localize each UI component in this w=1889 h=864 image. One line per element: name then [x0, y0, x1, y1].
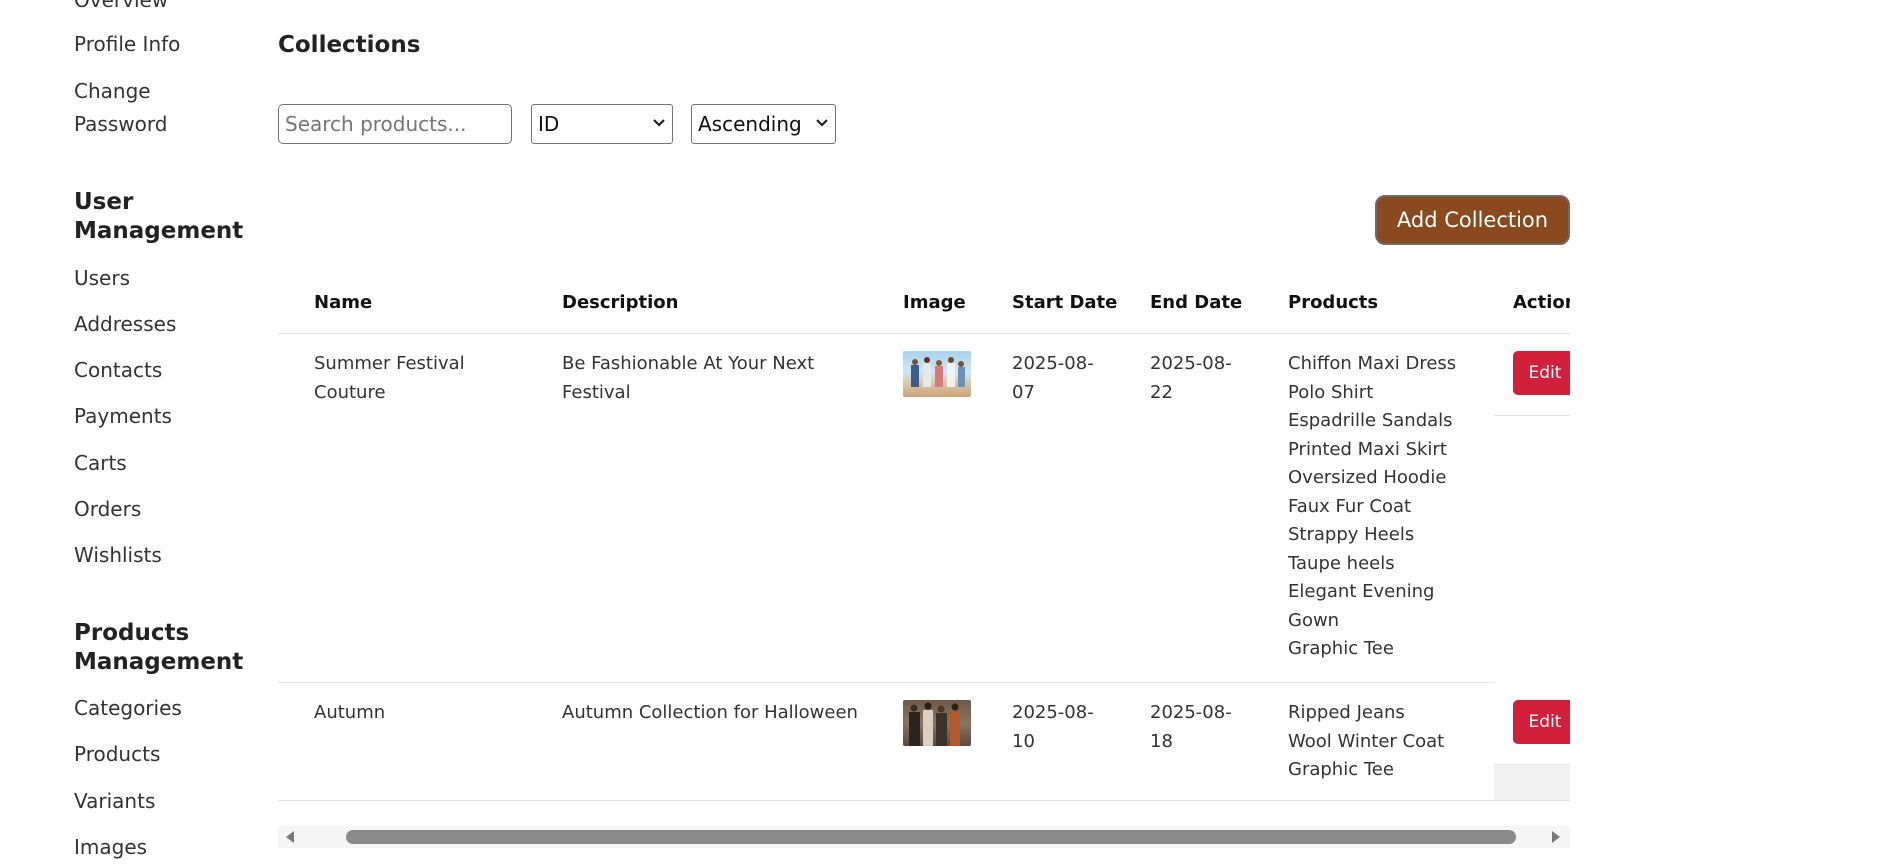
product-name: Wool Winter Coat: [1288, 730, 1445, 752]
sidebar-item-addresses[interactable]: Addresses: [74, 308, 176, 341]
header-divider: [278, 333, 1570, 334]
product-name: Espadrille Sandals: [1288, 410, 1453, 431]
product-name: Printed Maxi Skirt: [1288, 438, 1447, 460]
row-divider: [278, 682, 1494, 683]
add-collection-button[interactable]: Add Collection: [1375, 195, 1570, 245]
product-name: Oversized Hoodie: [1288, 467, 1447, 488]
arrow-left-icon[interactable]: [284, 830, 296, 847]
sidebar-section-products-management: Products Management: [74, 620, 244, 675]
product-name: Polo Shirt: [1288, 381, 1374, 403]
horizontal-scrollbar[interactable]: [278, 826, 1570, 848]
cell-name: Summer Festival Couture: [314, 353, 465, 403]
collection-image: [903, 351, 971, 397]
sidebar-item-profile-info[interactable]: Profile Info: [74, 28, 180, 61]
product-name: Strappy Heels: [1288, 524, 1415, 545]
scrollbar-thumb[interactable]: [346, 830, 1516, 844]
product-name: Ripped Jeans: [1288, 702, 1405, 723]
product-name: Taupe heels: [1288, 552, 1395, 574]
collection-image: [903, 700, 971, 746]
sidebar-item-carts[interactable]: Carts: [74, 447, 127, 480]
edit-button[interactable]: Edit: [1513, 351, 1570, 395]
sidebar-item-overview[interactable]: Overview: [74, 0, 168, 17]
column-header-products: Products: [1288, 292, 1379, 313]
cell-end-date: 2025-08-18: [1150, 702, 1232, 752]
column-header-name: Name: [314, 292, 373, 313]
action-cell-divider: [1494, 764, 1570, 765]
sidebar-item-orders[interactable]: Orders: [74, 493, 141, 526]
sidebar-item-products[interactable]: Products: [74, 738, 160, 771]
product-name: Graphic Tee: [1288, 759, 1394, 780]
sidebar-item-variants[interactable]: Variants: [74, 785, 155, 818]
sort-order-value: Ascending: [698, 112, 802, 136]
sidebar-item-wishlists[interactable]: Wishlists: [74, 539, 162, 572]
sidebar-item-images[interactable]: Images: [74, 831, 147, 864]
sidebar-section-user-management: User Management: [74, 189, 244, 244]
sidebar-item-change-password[interactable]: Change Password: [74, 75, 184, 141]
action-cell-divider: [1494, 415, 1570, 416]
page-title: Collections: [278, 32, 421, 58]
cell-products: Ripped Jeans Wool Winter Coat Graphic Te…: [1288, 699, 1463, 785]
sort-field-select[interactable]: ID: [531, 104, 673, 144]
product-name: Faux Fur Coat: [1288, 495, 1412, 517]
product-name: Graphic Tee: [1288, 638, 1394, 659]
sidebar-item-users[interactable]: Users: [74, 262, 130, 295]
column-header-description: Description: [562, 292, 679, 313]
arrow-right-icon[interactable]: [1550, 830, 1562, 847]
cell-name: Autumn: [314, 702, 386, 723]
column-header-start-date: Start Date: [1012, 292, 1118, 313]
chevron-down-icon: [815, 116, 829, 132]
cell-description: Autumn Collection for Halloween: [562, 702, 858, 723]
action-cell-filler: [1494, 764, 1570, 801]
product-name: Chiffon Maxi Dress: [1288, 353, 1457, 374]
cell-start-date: 2025-08-10: [1012, 702, 1094, 752]
edit-button[interactable]: Edit: [1513, 700, 1570, 744]
sidebar-item-contacts[interactable]: Contacts: [74, 354, 162, 387]
column-header-action: Action: [1513, 292, 1570, 313]
collections-table: Name Description Image Start Date End Da…: [278, 280, 1570, 801]
search-input[interactable]: [278, 104, 512, 144]
sort-field-value: ID: [538, 112, 560, 136]
cell-products: Chiffon Maxi Dress Polo Shirt Espadrille…: [1288, 350, 1463, 664]
sidebar-item-payments[interactable]: Payments: [74, 400, 172, 433]
product-name: Elegant Evening Gown: [1288, 581, 1435, 631]
chevron-down-icon: [652, 116, 666, 132]
sort-order-select[interactable]: Ascending: [691, 104, 836, 144]
column-header-end-date: End Date: [1150, 292, 1243, 313]
cell-description: Be Fashionable At Your Next Festival: [562, 353, 815, 403]
column-header-image: Image: [903, 292, 966, 313]
table-bottom-border: [278, 800, 1570, 801]
cell-start-date: 2025-08-07: [1012, 353, 1094, 403]
cell-end-date: 2025-08-22: [1150, 353, 1232, 403]
sidebar-item-categories[interactable]: Categories: [74, 692, 182, 725]
